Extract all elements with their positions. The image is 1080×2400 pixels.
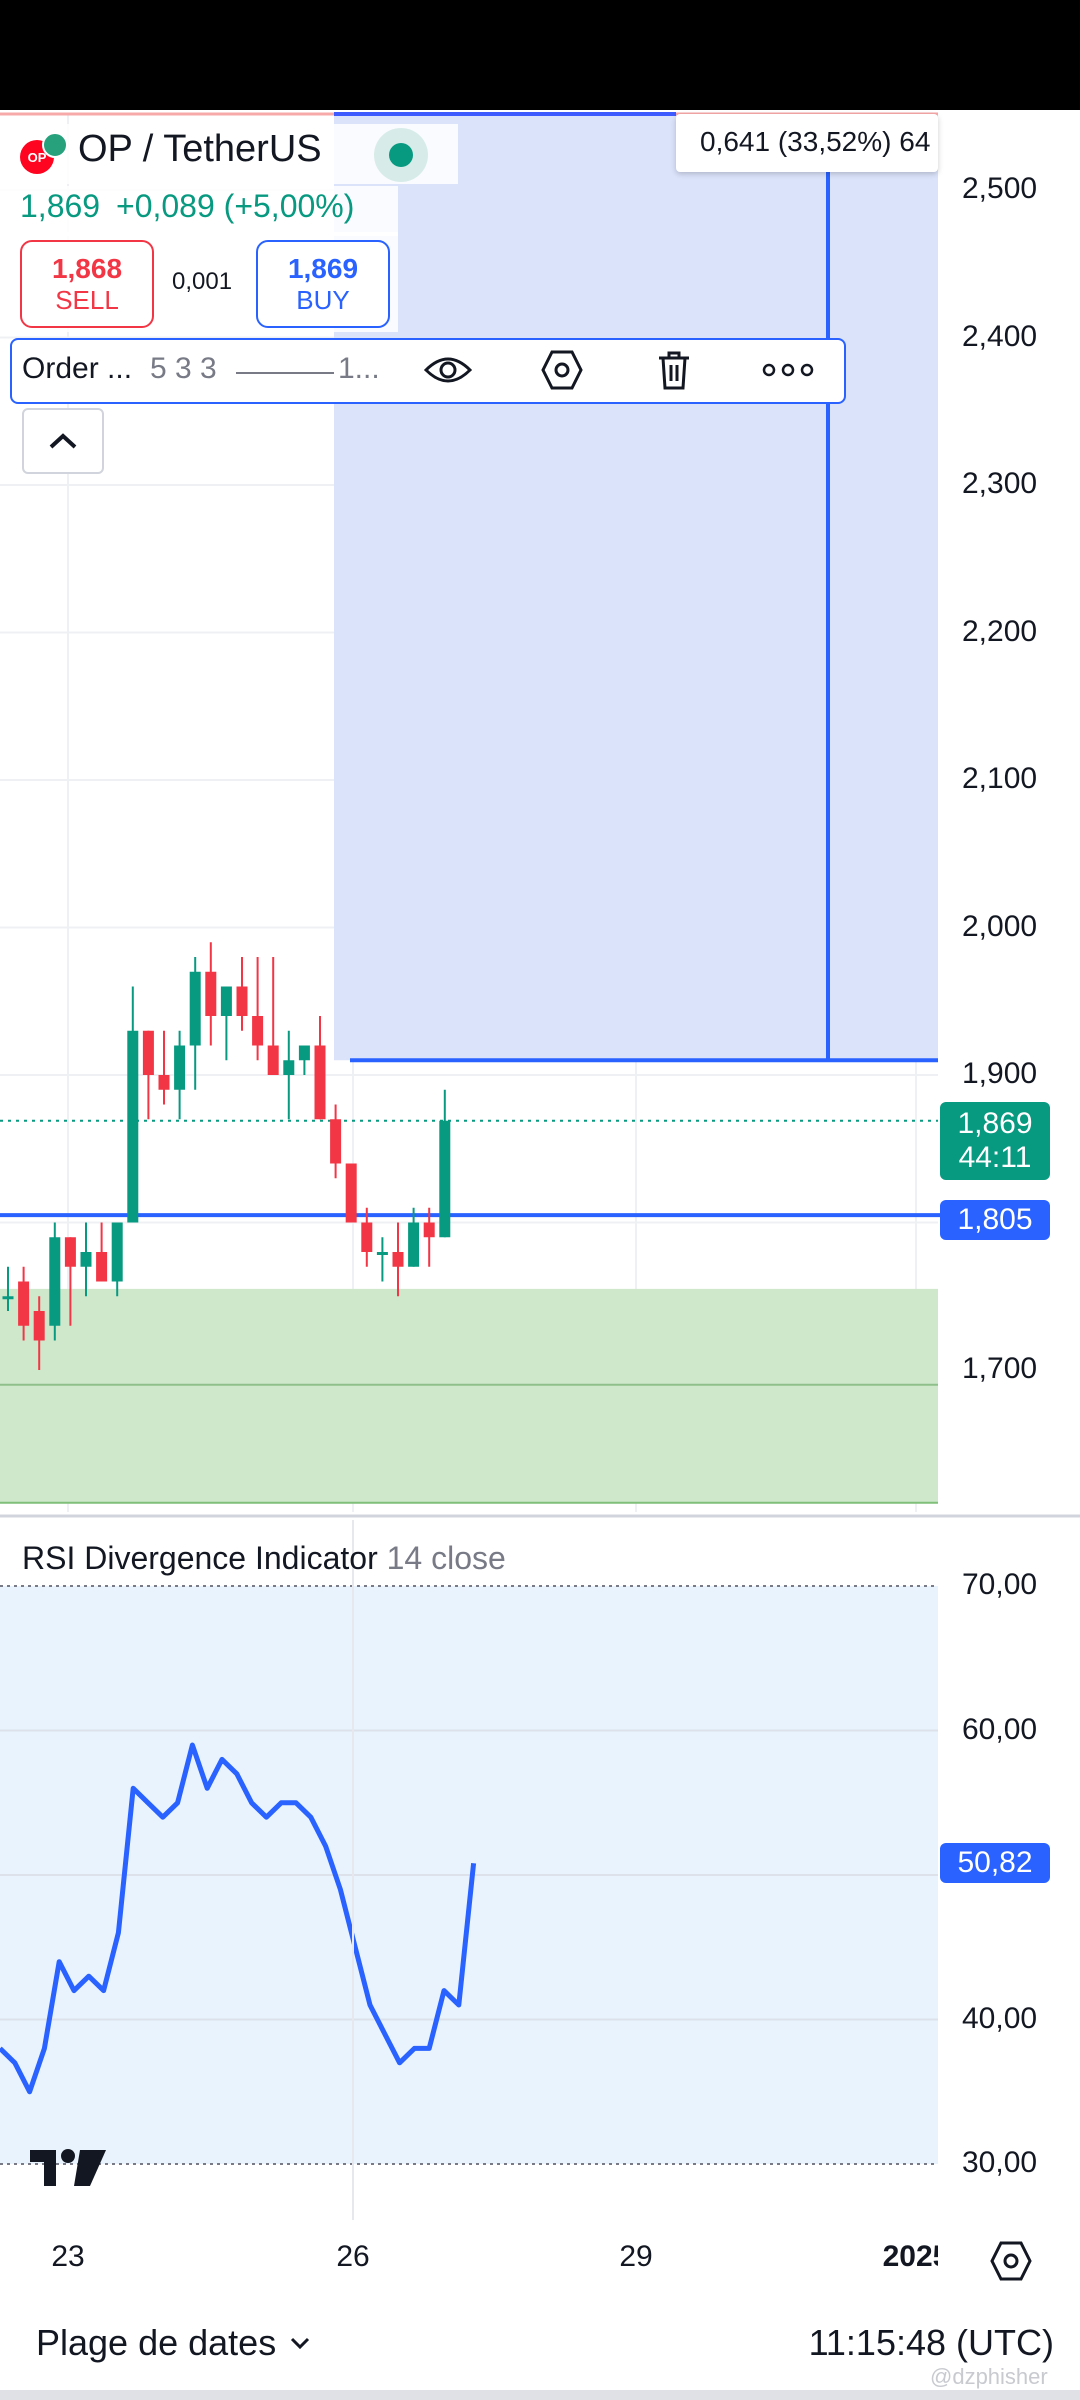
price-tick-label: 2,400 <box>962 319 1038 353</box>
chart-canvas[interactable]: 23 26 29 2025 <box>0 110 1080 2290</box>
drawing-suffix: 1... <box>338 352 380 385</box>
buy-price: 1,869 <box>287 252 359 284</box>
candle-body <box>33 1311 45 1341</box>
status-bar <box>0 0 1080 110</box>
rsi-tick-label: 30,00 <box>962 2146 1038 2179</box>
rsi-params: 14 close <box>386 1540 506 1576</box>
candle-body <box>283 1060 295 1075</box>
candle-body <box>298 1045 310 1061</box>
price-tick-label: 2,500 <box>962 172 1038 205</box>
candle-body <box>2 1296 14 1300</box>
candle-body <box>408 1222 420 1267</box>
candle-body <box>189 971 201 1046</box>
rsi-tick-label: 40,00 <box>962 2001 1038 2035</box>
stop-zone <box>0 1288 938 1503</box>
candle-body <box>142 1030 154 1075</box>
time-tick-label: 29 <box>619 2240 652 2273</box>
buy-label: BUY <box>296 284 350 315</box>
price-tick-label: 2,200 <box>962 614 1038 648</box>
price-tick-label: 2,300 <box>962 467 1038 500</box>
rsi-current-value: 50,82 <box>957 1846 1033 1879</box>
time-tick-label: 26 <box>336 2240 369 2273</box>
tradingview-logo-icon[interactable] <box>28 2146 108 2195</box>
utc-clock[interactable]: 11:15:48 (UTC) <box>809 2322 1054 2364</box>
candle-body <box>439 1120 451 1238</box>
candle-body <box>236 986 248 1016</box>
trash-icon[interactable] <box>646 348 702 392</box>
settings-hex-icon[interactable] <box>534 348 590 392</box>
candle-body <box>158 1075 170 1090</box>
sell-label: SELL <box>55 284 119 315</box>
candle-body <box>127 1030 139 1223</box>
rsi-legend[interactable]: RSI Divergence Indicator 14 close <box>22 1540 506 1577</box>
candle-body <box>361 1222 373 1252</box>
candle-body <box>330 1119 342 1164</box>
measure-tooltip: 0,641 (33,52%) 64 <box>676 114 938 172</box>
eye-icon[interactable] <box>420 348 476 392</box>
rsi-tick-label: 60,00 <box>962 1712 1038 1746</box>
rsi-current-label: 50,82 <box>940 1843 1050 1883</box>
bar-countdown: 44:11 <box>958 1141 1032 1174</box>
candle-body <box>423 1222 435 1238</box>
price-tick-label: 2,000 <box>962 909 1038 943</box>
candle-body <box>267 1045 279 1075</box>
collapse-button[interactable] <box>22 408 104 474</box>
drawing-line-style-icon <box>236 372 334 374</box>
candle-body <box>64 1237 76 1267</box>
date-range-label: Plage de dates <box>36 2322 277 2363</box>
candle-body <box>18 1281 30 1326</box>
watermark: @dzphisher <box>930 2364 1048 2389</box>
entry-line-label: 1,805 <box>940 1200 1050 1240</box>
price-axis[interactable]: 2,500 2,400 2,300 2,200 2,100 2,000 1,900 1,700 <box>938 110 1080 1510</box>
sell-button[interactable]: 1,868 SELL <box>20 240 154 328</box>
entry-line-value: 1,805 <box>957 1203 1033 1236</box>
candle-body <box>111 1222 123 1282</box>
drawing-params: 5 3 3 <box>150 352 217 385</box>
last-price-label: 1,869 44:11 <box>940 1102 1050 1180</box>
measure-tooltip-text: 0,641 (33,52%) 64 <box>700 126 931 157</box>
spread-value: 0,001 <box>172 268 233 295</box>
tether-badge-icon <box>42 132 68 158</box>
candle-body <box>49 1237 61 1326</box>
chevron-up-icon <box>49 433 77 449</box>
more-icon[interactable] <box>760 348 816 392</box>
candle-body <box>96 1252 108 1282</box>
candle-body <box>220 986 232 1016</box>
candle-body <box>252 1016 264 1046</box>
rsi-title: RSI Divergence Indicator <box>22 1540 378 1576</box>
time-tick-label: 23 <box>51 2240 84 2273</box>
bottom-gray-strip <box>0 2390 1080 2400</box>
candle-body <box>392 1252 404 1267</box>
date-range-button[interactable]: Plage de dates <box>36 2322 310 2364</box>
last-price-value: 1,869 <box>957 1107 1033 1140</box>
candle-body <box>205 971 217 1016</box>
candle-body <box>314 1045 326 1120</box>
buy-button[interactable]: 1,869 BUY <box>256 240 390 328</box>
sell-price: 1,868 <box>51 252 123 284</box>
symbol-change: +0,089 (+5,00%) <box>116 188 355 224</box>
chevron-down-icon <box>291 2337 310 2349</box>
rsi-tick-label: 70,00 <box>962 1568 1038 1601</box>
candle-body <box>80 1252 92 1267</box>
price-tick-label: 1,700 <box>962 1352 1038 1385</box>
market-status-icon[interactable] <box>374 128 428 182</box>
symbol-title[interactable]: OP / TetherUS <box>78 128 322 171</box>
candle-body <box>174 1045 186 1090</box>
drawing-name[interactable]: Order ... <box>22 352 132 386</box>
price-tick-label: 1,900 <box>962 1057 1038 1090</box>
target-zone <box>334 114 938 1061</box>
price-tick-label: 2,100 <box>962 762 1038 795</box>
settings-icon[interactable] <box>988 2238 1034 2284</box>
candle-body <box>345 1163 357 1223</box>
candle-body <box>376 1252 388 1255</box>
symbol-last-price: 1,869 <box>20 188 101 224</box>
time-axis[interactable]: 23 26 29 2025 <box>51 2220 1080 2290</box>
